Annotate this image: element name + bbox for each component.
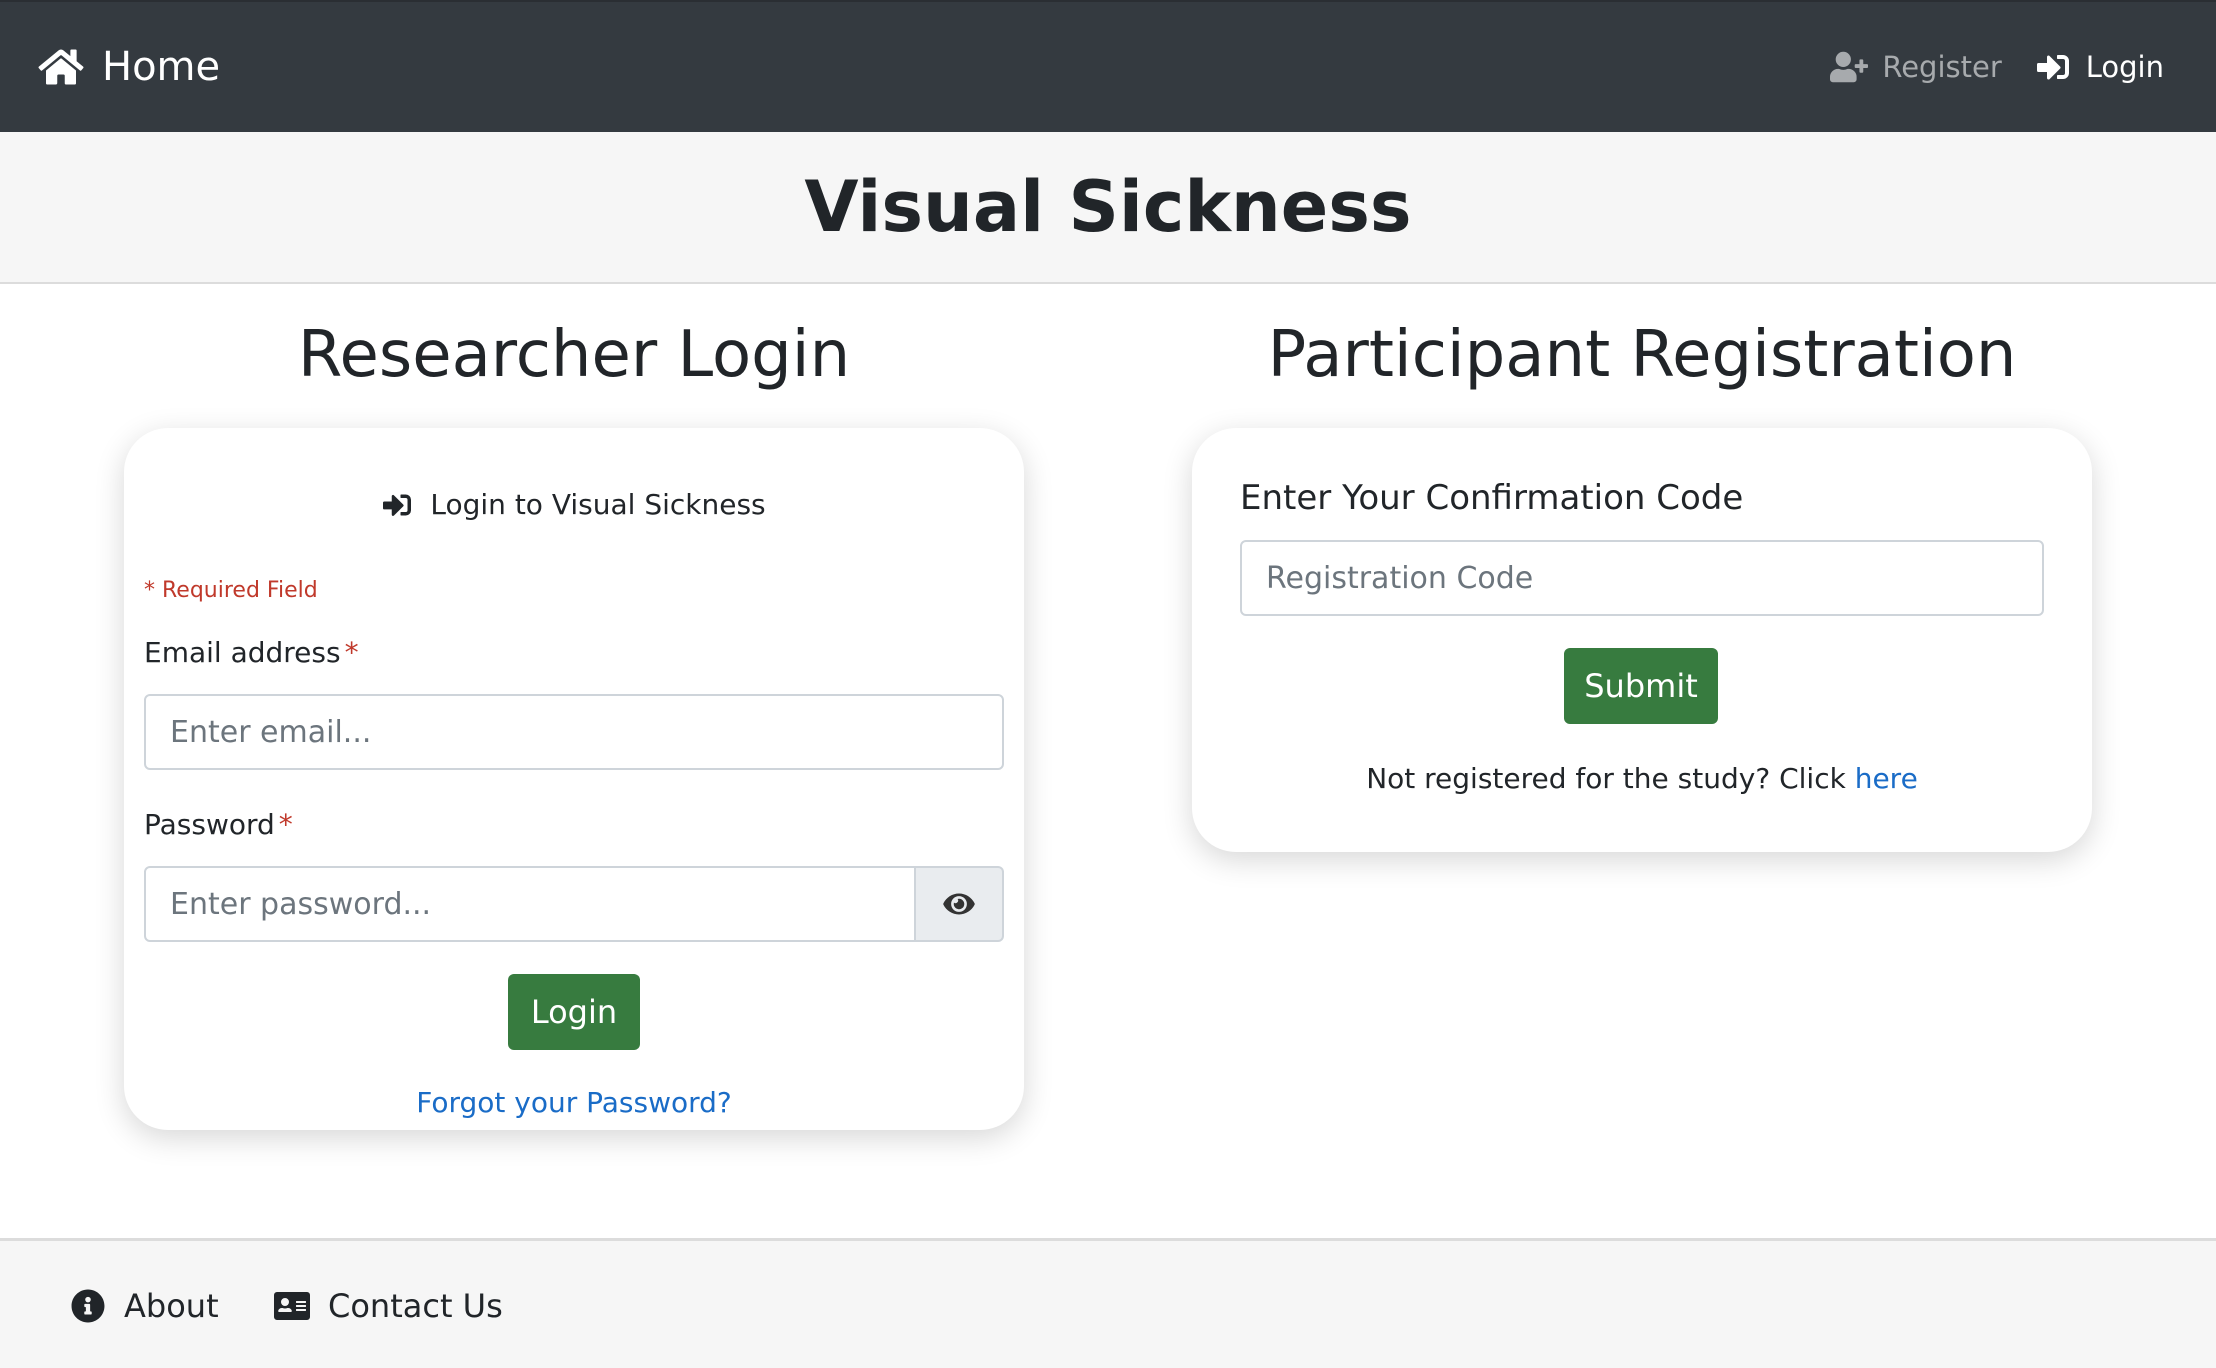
email-required-marker: * <box>344 636 359 669</box>
confirmation-code-label: Enter Your Confirmation Code <box>1240 478 1744 518</box>
home-nav-label: Home <box>102 44 221 90</box>
register-nav-link[interactable]: Register <box>1830 50 2002 84</box>
home-icon <box>38 49 84 85</box>
registration-code-input[interactable] <box>1240 540 2044 616</box>
contact-us-link[interactable]: Contact Us <box>274 1241 503 1368</box>
login-card-title: Login to Visual Sickness <box>430 488 766 521</box>
email-input[interactable] <box>144 694 1004 770</box>
email-label-text: Email address <box>144 636 341 669</box>
login-card-header: Login to Visual Sickness <box>124 488 1024 521</box>
about-link[interactable]: About <box>70 1241 219 1368</box>
submit-button[interactable]: Submit <box>1564 648 1718 724</box>
not-registered-text: Not registered for the study? Click <box>1366 762 1846 795</box>
sign-in-icon <box>383 494 412 516</box>
home-nav-link[interactable]: Home <box>38 2 220 132</box>
register-here-link[interactable]: here <box>1855 762 1918 795</box>
site-title: Visual Sickness <box>804 166 1412 248</box>
password-input[interactable] <box>144 866 916 942</box>
login-button[interactable]: Login <box>508 974 640 1050</box>
toggle-password-visibility-button[interactable] <box>916 866 1004 942</box>
sign-in-icon <box>2036 55 2069 80</box>
login-nav-label: Login <box>2085 50 2164 84</box>
register-nav-label: Register <box>1882 50 2002 84</box>
user-plus-icon <box>1830 51 1869 83</box>
researcher-login-title: Researcher Login <box>297 318 851 392</box>
about-label: About <box>124 1287 219 1325</box>
required-field-note: * Required Field <box>144 578 318 603</box>
id-card-icon <box>274 1292 310 1320</box>
site-footer: About Contact Us <box>0 1238 2216 1368</box>
researcher-login-card: Login to Visual Sickness * Required Fiel… <box>124 428 1024 1130</box>
nav-right-group: Register Login <box>1830 2 2164 132</box>
password-label-text: Password <box>144 808 275 841</box>
top-navbar: Home Register Login <box>0 0 2216 132</box>
eye-icon <box>943 893 975 915</box>
contact-us-label: Contact Us <box>328 1287 503 1325</box>
info-circle-icon <box>71 1289 105 1323</box>
site-header: Visual Sickness <box>0 132 2216 284</box>
not-registered-note: Not registered for the study? Click here <box>1192 762 2092 795</box>
participant-registration-title: Participant Registration <box>1267 318 2017 392</box>
email-label: Email address * <box>144 636 359 669</box>
login-nav-link[interactable]: Login <box>2034 50 2164 84</box>
password-label: Password * <box>144 808 293 841</box>
forgot-password-link[interactable]: Forgot your Password? <box>124 1086 1024 1119</box>
participant-registration-card: Enter Your Confirmation Code Submit Not … <box>1192 428 2092 852</box>
password-required-marker: * <box>278 808 293 841</box>
